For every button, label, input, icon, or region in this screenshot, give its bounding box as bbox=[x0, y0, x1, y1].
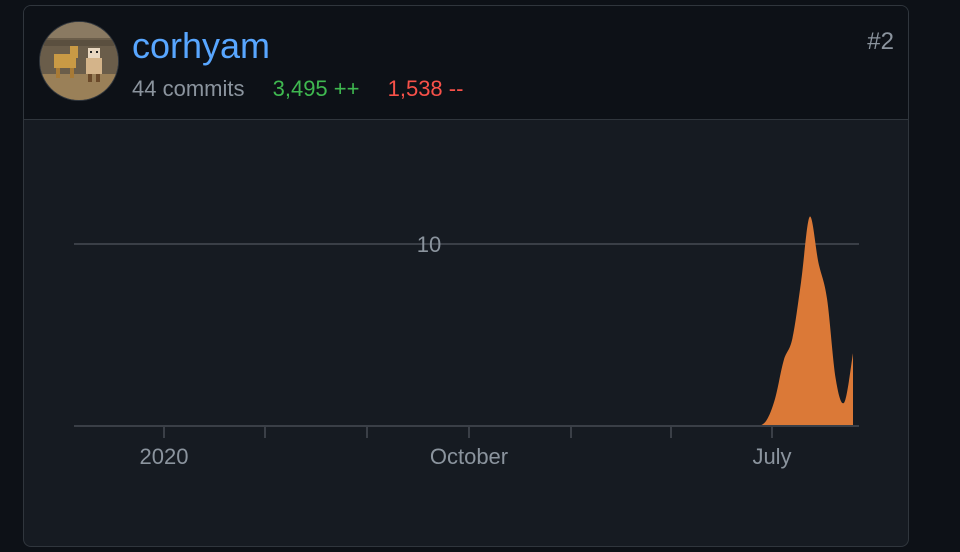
avatar-image-icon bbox=[40, 22, 118, 100]
contributor-rank: #2 bbox=[867, 28, 894, 55]
contributor-card: corhyam 44 commits 3,495 ++ 1,538 -- #2 … bbox=[23, 5, 909, 547]
card-header: corhyam 44 commits 3,495 ++ 1,538 -- #2 bbox=[24, 6, 908, 120]
x-tick-label: October bbox=[430, 444, 508, 469]
commit-count-link[interactable]: 44 commits bbox=[132, 76, 244, 101]
contribution-stats: 44 commits 3,495 ++ 1,538 -- bbox=[132, 76, 485, 102]
additions-count: 3,495 ++ bbox=[272, 76, 360, 101]
deletions-count: 1,538 -- bbox=[387, 76, 464, 101]
commit-area-series bbox=[82, 216, 853, 426]
commit-activity-chart: 10 2020 October July bbox=[74, 216, 859, 469]
avatar[interactable] bbox=[39, 21, 119, 101]
x-tick-label: July bbox=[752, 444, 791, 469]
username-link[interactable]: corhyam bbox=[132, 28, 270, 64]
y-tick-label: 10 bbox=[417, 232, 441, 257]
x-tick-label: 2020 bbox=[140, 444, 189, 469]
